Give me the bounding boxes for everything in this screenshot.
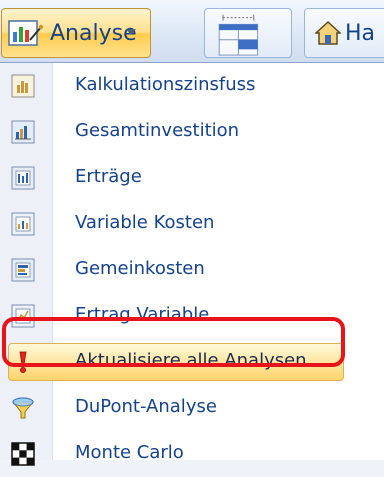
chart-sheet-icon xyxy=(11,74,35,98)
analysis-chart-icon xyxy=(8,20,44,46)
home-button-label: Ha xyxy=(345,21,376,46)
chart-sheet-icon xyxy=(11,166,35,190)
analyse-dropdown-button[interactable]: Analyse xyxy=(1,8,151,58)
menu-item-label: Kalkulationszinsfuss xyxy=(75,74,256,95)
layout-button[interactable] xyxy=(204,8,292,58)
menu-item-kalkulationszinsfuss[interactable]: Kalkulationszinsfuss xyxy=(0,63,384,109)
table-layout-icon xyxy=(218,14,259,56)
menu-item-gesamtinvestition[interactable]: Gesamtinvestition xyxy=(0,109,384,155)
menu-item-label: Erträge xyxy=(75,166,142,187)
annotation-highlight-ring xyxy=(2,317,345,367)
menu-item-monte-carlo[interactable]: Monte Carlo xyxy=(0,431,384,477)
analyse-dropdown-menu: Kalkulationszinsfuss Gesamtinvestition E… xyxy=(0,62,384,466)
chart-sheet-icon xyxy=(11,212,35,236)
chart-sheet-icon xyxy=(11,120,35,144)
menu-item-label: Variable Kosten xyxy=(75,212,215,233)
menu-item-dupont-analyse[interactable]: DuPont-Analyse xyxy=(0,385,384,431)
funnel-icon xyxy=(12,397,34,419)
chevron-down-icon xyxy=(126,29,136,35)
checkerboard-icon xyxy=(11,442,35,466)
menu-item-label: DuPont-Analyse xyxy=(75,396,217,417)
ribbon-bar: Analyse Ha xyxy=(0,0,384,62)
menu-item-label: Gesamtinvestition xyxy=(75,120,240,141)
menu-item-variable-kosten[interactable]: Variable Kosten xyxy=(0,201,384,247)
menu-item-ertraege[interactable]: Erträge xyxy=(0,155,384,201)
menu-item-label: Monte Carlo xyxy=(75,442,184,463)
chart-sheet-icon xyxy=(11,258,35,282)
analyse-button-label: Analyse xyxy=(50,21,137,46)
menu-item-gemeinkosten[interactable]: Gemeinkosten xyxy=(0,247,384,293)
menu-item-label: Gemeinkosten xyxy=(75,258,205,279)
home-button[interactable]: Ha xyxy=(304,8,384,58)
home-icon xyxy=(315,21,341,45)
